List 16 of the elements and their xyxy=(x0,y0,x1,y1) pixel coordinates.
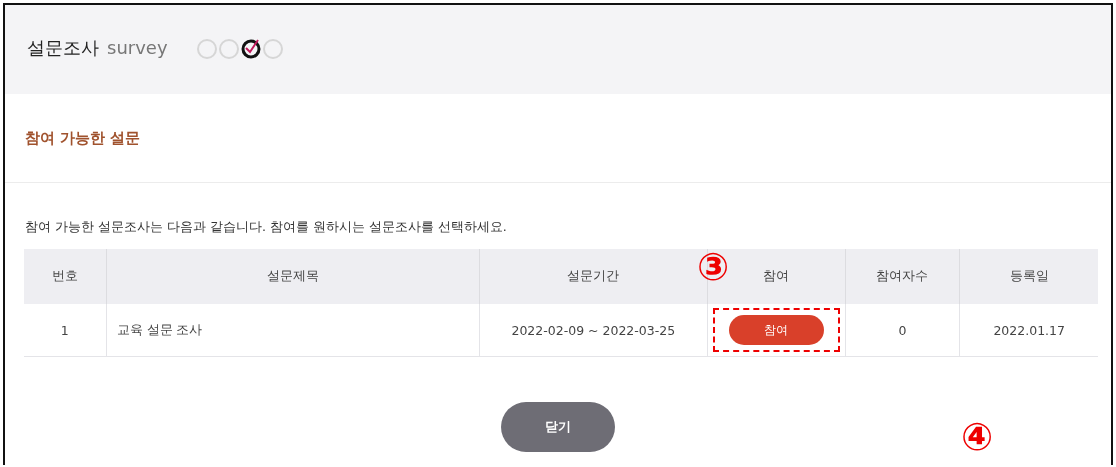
column-header: 설문제목 xyxy=(106,249,480,304)
table-cell: 2022-02-09 ~ 2022-03-25 xyxy=(479,304,708,357)
description-text: 참여 가능한 설문조사는 다음과 같습니다. 참여를 원하시는 설문조사를 선택하세요. xyxy=(25,219,508,236)
table-cell: 0 xyxy=(845,304,960,357)
column-header: 번호 xyxy=(24,249,107,304)
close-button[interactable]: 닫기 xyxy=(501,402,615,452)
page-subtitle: survey xyxy=(107,37,168,58)
section-title: 참여 가능한 설문 xyxy=(25,128,141,148)
column-header: 참여자수 xyxy=(845,249,960,304)
join-button[interactable]: 참여 xyxy=(728,315,824,345)
table-cell: 1 xyxy=(24,304,107,357)
table-cell: 교육 설문 조사 xyxy=(106,304,480,357)
annotation-number: ④ xyxy=(961,418,994,456)
page-title: 설문조사 xyxy=(27,35,99,60)
table-cell: 2022.01.17 xyxy=(959,304,1098,357)
column-header: 등록일 xyxy=(959,249,1098,304)
